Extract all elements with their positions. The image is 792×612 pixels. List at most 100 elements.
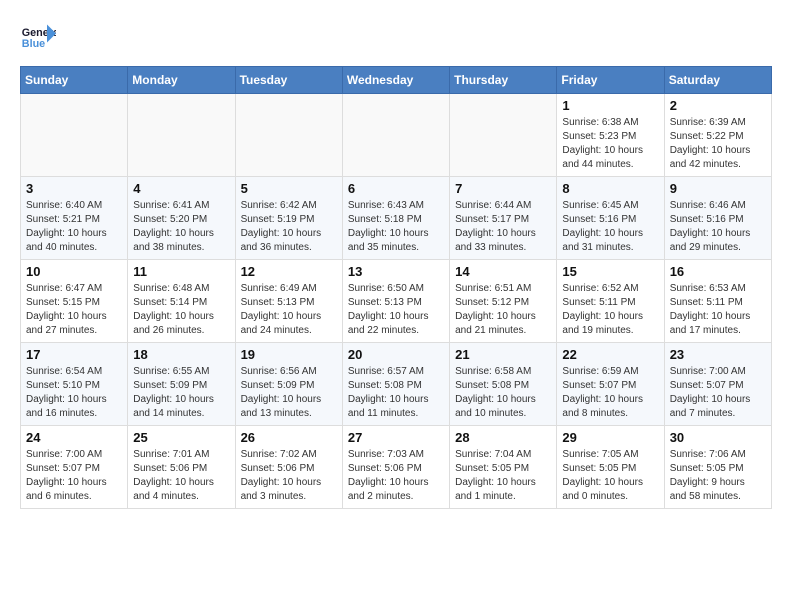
day-info: Sunrise: 6:57 AM Sunset: 5:08 PM Dayligh…: [348, 365, 444, 421]
day-cell: 24Sunrise: 7:00 AM Sunset: 5:07 PM Dayli…: [21, 426, 128, 509]
day-number: 12: [241, 264, 337, 279]
week-row-2: 3 Sunrise: 6:40 AM Sunset: 5:21 PM Daylig…: [21, 177, 772, 260]
day-number: 24: [26, 430, 122, 445]
day-cell: [128, 94, 235, 177]
day-cell: 23 Sunrise: 7:00 AM Sunset: 5:07 PM Dayli…: [664, 343, 771, 426]
day-info: Sunrise: 7:02 AM Sunset: 5:06 PM Dayligh…: [241, 448, 337, 504]
day-number: 20: [348, 347, 444, 362]
day-number: 17: [26, 347, 122, 362]
day-info: Sunrise: 6:50 AM Sunset: 5:13 PM Dayligh…: [348, 282, 444, 338]
day-info: Sunrise: 6:39 AM Sunset: 5:22 PM Dayligh…: [670, 116, 766, 172]
day-cell: 9 Sunrise: 6:46 AM Sunset: 5:16 PM Daylig…: [664, 177, 771, 260]
day-number: 22: [562, 347, 658, 362]
column-header-tuesday: Tuesday: [235, 67, 342, 94]
day-number: 8: [562, 181, 658, 196]
day-number: 16: [670, 264, 766, 279]
day-cell: 12 Sunrise: 6:49 AM Sunset: 5:13 PM Dayli…: [235, 260, 342, 343]
day-number: 29: [562, 430, 658, 445]
day-info: Sunrise: 6:52 AM Sunset: 5:11 PM Dayligh…: [562, 282, 658, 338]
day-number: 1: [562, 98, 658, 113]
day-info: Sunrise: 7:06 AM Sunset: 5:05 PM Dayligh…: [670, 448, 766, 504]
column-header-friday: Friday: [557, 67, 664, 94]
day-info: Sunrise: 6:53 AM Sunset: 5:11 PM Dayligh…: [670, 282, 766, 338]
day-info: Sunrise: 6:47 AM Sunset: 5:15 PM Dayligh…: [26, 282, 122, 338]
day-info: Sunrise: 6:55 AM Sunset: 5:09 PM Dayligh…: [133, 365, 229, 421]
column-header-wednesday: Wednesday: [342, 67, 449, 94]
day-number: 23: [670, 347, 766, 362]
day-info: Sunrise: 6:44 AM Sunset: 5:17 PM Dayligh…: [455, 199, 551, 255]
day-info: Sunrise: 6:40 AM Sunset: 5:21 PM Dayligh…: [26, 199, 122, 255]
day-cell: 29Sunrise: 7:05 AM Sunset: 5:05 PM Dayli…: [557, 426, 664, 509]
day-cell: [21, 94, 128, 177]
day-number: 2: [670, 98, 766, 113]
day-cell: 4 Sunrise: 6:41 AM Sunset: 5:20 PM Daylig…: [128, 177, 235, 260]
day-cell: 30 Sunrise: 7:06 AM Sunset: 5:05 PM Dayli…: [664, 426, 771, 509]
day-number: 10: [26, 264, 122, 279]
day-number: 3: [26, 181, 122, 196]
day-number: 25: [133, 430, 229, 445]
calendar-header-row: SundayMondayTuesdayWednesdayThursdayFrid…: [21, 67, 772, 94]
day-info: Sunrise: 6:41 AM Sunset: 5:20 PM Dayligh…: [133, 199, 229, 255]
day-number: 5: [241, 181, 337, 196]
day-info: Sunrise: 6:54 AM Sunset: 5:10 PM Dayligh…: [26, 365, 122, 421]
day-cell: 22 Sunrise: 6:59 AM Sunset: 5:07 PM Dayli…: [557, 343, 664, 426]
day-cell: 5Sunrise: 6:42 AM Sunset: 5:19 PM Daylig…: [235, 177, 342, 260]
day-number: 13: [348, 264, 444, 279]
day-info: Sunrise: 6:59 AM Sunset: 5:07 PM Dayligh…: [562, 365, 658, 421]
day-cell: [235, 94, 342, 177]
week-row-1: 1 Sunrise: 6:38 AM Sunset: 5:23 PM Daylig…: [21, 94, 772, 177]
day-number: 21: [455, 347, 551, 362]
day-cell: 7 Sunrise: 6:44 AM Sunset: 5:17 PM Daylig…: [450, 177, 557, 260]
day-info: Sunrise: 6:48 AM Sunset: 5:14 PM Dayligh…: [133, 282, 229, 338]
day-cell: 14 Sunrise: 6:51 AM Sunset: 5:12 PM Dayli…: [450, 260, 557, 343]
day-cell: 18 Sunrise: 6:55 AM Sunset: 5:09 PM Dayli…: [128, 343, 235, 426]
day-cell: 27 Sunrise: 7:03 AM Sunset: 5:06 PM Dayli…: [342, 426, 449, 509]
day-cell: 21 Sunrise: 6:58 AM Sunset: 5:08 PM Dayli…: [450, 343, 557, 426]
page-header: General Blue: [20, 20, 772, 56]
day-info: Sunrise: 6:43 AM Sunset: 5:18 PM Dayligh…: [348, 199, 444, 255]
day-number: 27: [348, 430, 444, 445]
day-number: 9: [670, 181, 766, 196]
day-cell: 13 Sunrise: 6:50 AM Sunset: 5:13 PM Dayli…: [342, 260, 449, 343]
day-info: Sunrise: 6:58 AM Sunset: 5:08 PM Dayligh…: [455, 365, 551, 421]
day-number: 7: [455, 181, 551, 196]
day-cell: [450, 94, 557, 177]
day-number: 14: [455, 264, 551, 279]
day-info: Sunrise: 6:46 AM Sunset: 5:16 PM Dayligh…: [670, 199, 766, 255]
day-cell: 17 Sunrise: 6:54 AM Sunset: 5:10 PM Dayli…: [21, 343, 128, 426]
calendar: SundayMondayTuesdayWednesdayThursdayFrid…: [20, 66, 772, 509]
day-number: 6: [348, 181, 444, 196]
day-cell: 25 Sunrise: 7:01 AM Sunset: 5:06 PM Dayli…: [128, 426, 235, 509]
logo-icon: General Blue: [20, 20, 56, 56]
day-number: 19: [241, 347, 337, 362]
day-cell: [342, 94, 449, 177]
day-info: Sunrise: 6:56 AM Sunset: 5:09 PM Dayligh…: [241, 365, 337, 421]
day-number: 30: [670, 430, 766, 445]
day-cell: 16 Sunrise: 6:53 AM Sunset: 5:11 PM Dayli…: [664, 260, 771, 343]
day-number: 18: [133, 347, 229, 362]
day-cell: 20 Sunrise: 6:57 AM Sunset: 5:08 PM Dayli…: [342, 343, 449, 426]
day-info: Sunrise: 6:45 AM Sunset: 5:16 PM Dayligh…: [562, 199, 658, 255]
day-info: Sunrise: 6:51 AM Sunset: 5:12 PM Dayligh…: [455, 282, 551, 338]
day-info: Sunrise: 7:01 AM Sunset: 5:06 PM Dayligh…: [133, 448, 229, 504]
day-cell: 26Sunrise: 7:02 AM Sunset: 5:06 PM Dayli…: [235, 426, 342, 509]
day-cell: 28 Sunrise: 7:04 AM Sunset: 5:05 PM Dayli…: [450, 426, 557, 509]
logo: General Blue: [20, 20, 60, 56]
day-cell: 10 Sunrise: 6:47 AM Sunset: 5:15 PM Dayli…: [21, 260, 128, 343]
day-info: Sunrise: 7:03 AM Sunset: 5:06 PM Dayligh…: [348, 448, 444, 504]
day-info: Sunrise: 6:38 AM Sunset: 5:23 PM Dayligh…: [562, 116, 658, 172]
column-header-monday: Monday: [128, 67, 235, 94]
day-cell: 15Sunrise: 6:52 AM Sunset: 5:11 PM Dayli…: [557, 260, 664, 343]
day-info: Sunrise: 6:49 AM Sunset: 5:13 PM Dayligh…: [241, 282, 337, 338]
day-info: Sunrise: 7:00 AM Sunset: 5:07 PM Dayligh…: [670, 365, 766, 421]
day-number: 11: [133, 264, 229, 279]
column-header-sunday: Sunday: [21, 67, 128, 94]
day-cell: 1 Sunrise: 6:38 AM Sunset: 5:23 PM Daylig…: [557, 94, 664, 177]
week-row-5: 24Sunrise: 7:00 AM Sunset: 5:07 PM Dayli…: [21, 426, 772, 509]
day-cell: 8 Sunrise: 6:45 AM Sunset: 5:16 PM Daylig…: [557, 177, 664, 260]
column-header-thursday: Thursday: [450, 67, 557, 94]
day-cell: 2 Sunrise: 6:39 AM Sunset: 5:22 PM Daylig…: [664, 94, 771, 177]
day-number: 28: [455, 430, 551, 445]
day-info: Sunrise: 7:04 AM Sunset: 5:05 PM Dayligh…: [455, 448, 551, 504]
day-number: 4: [133, 181, 229, 196]
